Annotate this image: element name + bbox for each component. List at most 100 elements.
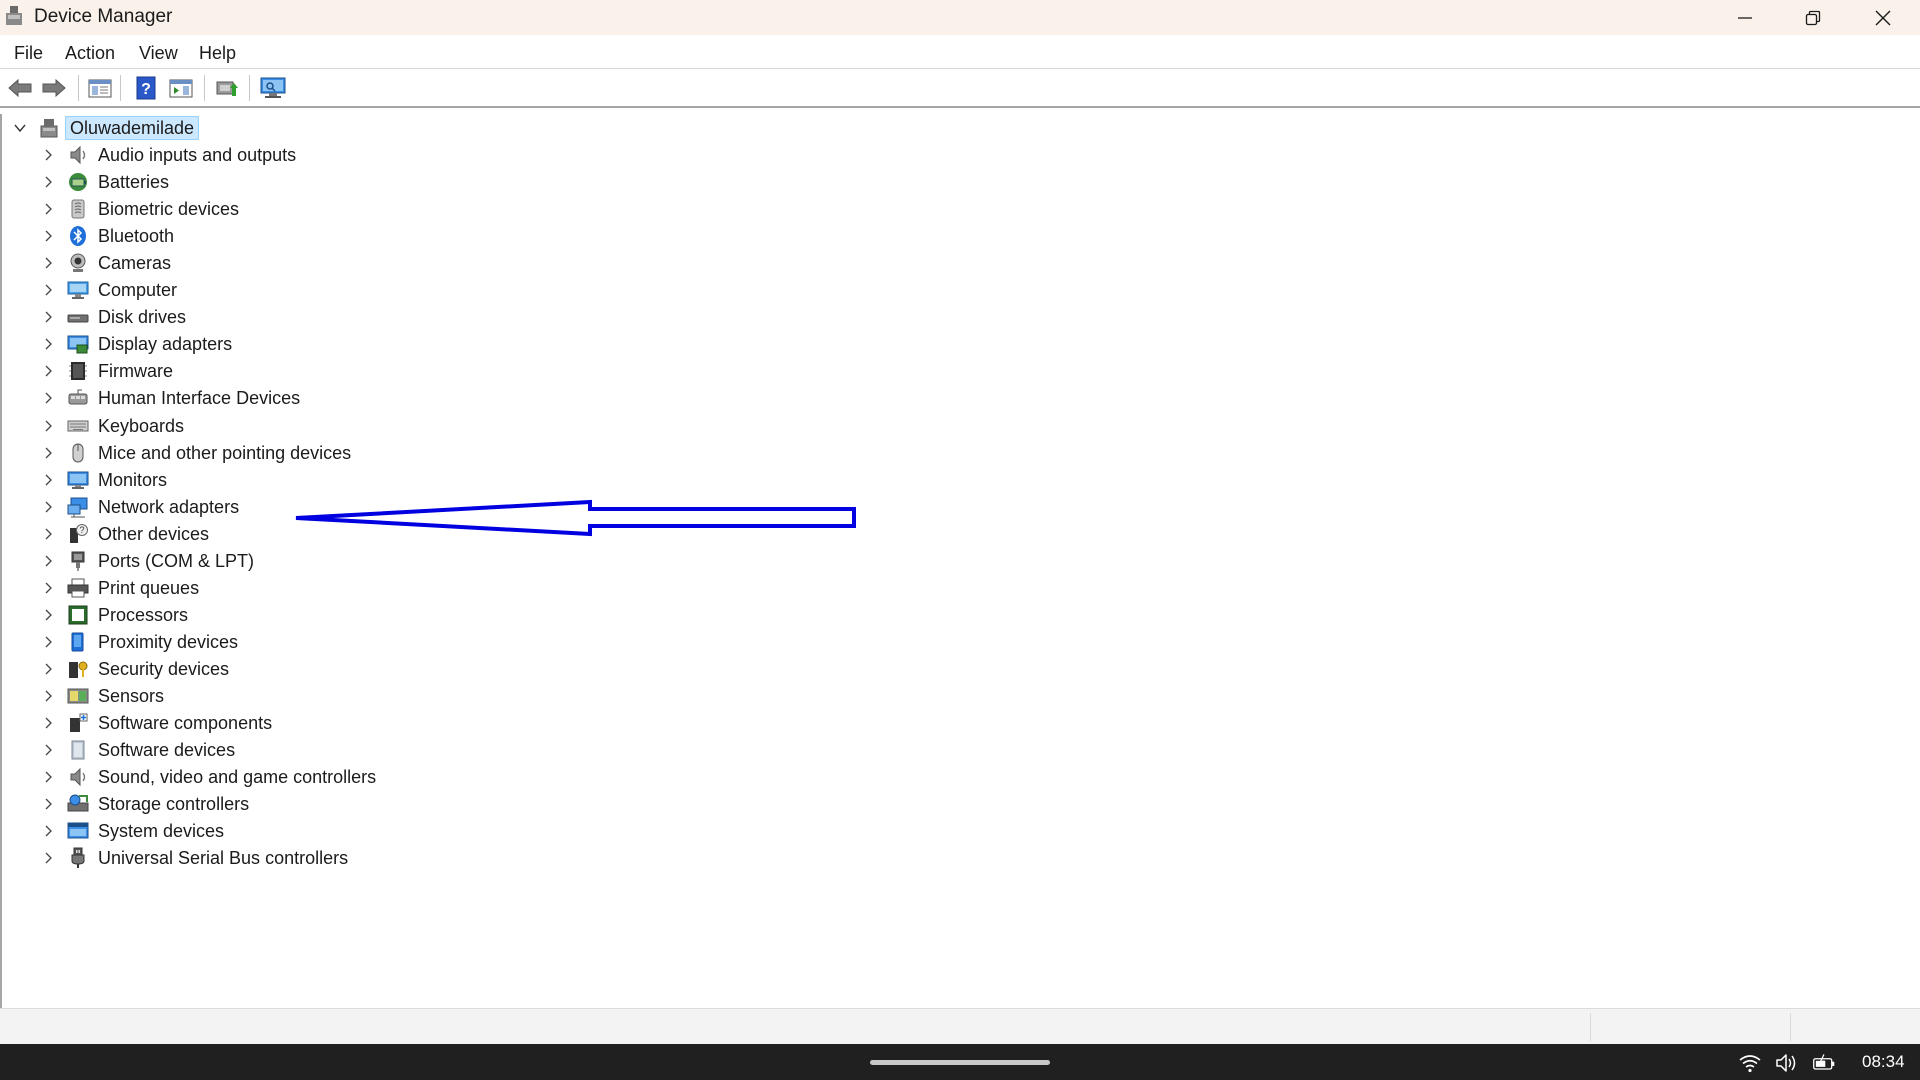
chevron-right-icon[interactable] xyxy=(42,446,54,460)
svg-text:?: ? xyxy=(141,81,151,98)
chevron-right-icon[interactable] xyxy=(42,689,54,703)
chevron-right-icon[interactable] xyxy=(42,337,54,351)
help-button[interactable]: ? xyxy=(132,75,160,101)
tree-item[interactable]: Mice and other pointing devices xyxy=(2,439,422,466)
chevron-right-icon[interactable] xyxy=(42,229,54,243)
chevron-right-icon[interactable] xyxy=(42,770,54,784)
menu-help[interactable]: Help xyxy=(199,42,236,64)
clock[interactable]: 08:34 xyxy=(1862,1052,1905,1072)
back-button[interactable] xyxy=(6,75,34,101)
tree-item[interactable]: Print queues xyxy=(2,574,422,601)
chevron-right-icon[interactable] xyxy=(42,256,54,270)
tree-item[interactable]: Sensors xyxy=(2,682,422,709)
action-pane-button[interactable] xyxy=(167,75,195,101)
update-driver-icon xyxy=(216,81,238,96)
tree-item[interactable]: Security devices xyxy=(2,655,422,682)
minimize-icon xyxy=(1738,16,1752,19)
battery-icon[interactable] xyxy=(1812,1052,1836,1074)
scan-hardware-button[interactable] xyxy=(259,75,287,101)
taskbar: 08:34 xyxy=(0,1044,1920,1080)
root-computer-name[interactable]: Oluwademilade xyxy=(65,116,200,140)
tree-root[interactable]: Oluwademilade xyxy=(2,114,402,141)
chevron-right-icon[interactable] xyxy=(42,635,54,649)
tree-item[interactable]: Batteries xyxy=(2,168,422,195)
tree-item[interactable]: Sound, video and game controllers xyxy=(2,763,422,790)
chevron-right-icon[interactable] xyxy=(42,202,54,216)
port-icon xyxy=(66,550,90,572)
title-bar[interactable]: Device Manager xyxy=(0,0,1920,35)
chevron-right-icon[interactable] xyxy=(42,851,54,865)
chevron-right-icon[interactable] xyxy=(42,500,54,514)
properties-button[interactable] xyxy=(86,75,114,101)
chevron-right-icon[interactable] xyxy=(42,364,54,378)
wifi-icon[interactable] xyxy=(1738,1052,1762,1074)
device-tree-pane[interactable]: Oluwademilade Audio inputs and outputs Ba… xyxy=(0,114,1919,1008)
device-manager-app-icon xyxy=(6,6,22,25)
tree-item[interactable]: Biometric devices xyxy=(2,195,422,222)
tree-item[interactable]: Proximity devices xyxy=(2,628,422,655)
chevron-right-icon[interactable] xyxy=(42,662,54,676)
chevron-right-icon[interactable] xyxy=(42,148,54,162)
menu-action[interactable]: Action xyxy=(65,42,115,64)
chevron-down-icon[interactable] xyxy=(12,120,28,136)
chevron-right-icon[interactable] xyxy=(42,391,54,405)
tree-item-label: Firmware xyxy=(98,361,173,382)
tree-item[interactable]: Cameras xyxy=(2,249,422,276)
tree-item-label: Proximity devices xyxy=(98,631,239,652)
tree-item-label: Sensors xyxy=(98,686,165,706)
tree-item[interactable]: System devices xyxy=(2,817,422,844)
hid-icon xyxy=(66,387,90,409)
close-icon xyxy=(1875,10,1891,25)
minimize-button[interactable] xyxy=(1710,0,1780,35)
taskbar-handle[interactable] xyxy=(870,1060,1050,1065)
chevron-right-icon[interactable] xyxy=(42,283,54,297)
chevron-right-icon[interactable] xyxy=(42,716,54,730)
tree-item-label: Computer xyxy=(98,280,178,301)
tree-item[interactable]: Disk drives xyxy=(2,303,422,330)
tree-item[interactable]: Software components xyxy=(2,709,422,736)
chevron-right-icon[interactable] xyxy=(42,527,54,541)
tree-item-label: Bluetooth xyxy=(98,226,175,247)
status-bar xyxy=(0,1008,1920,1045)
tree-item[interactable]: Firmware xyxy=(2,357,422,384)
tree-item[interactable]: Ports (COM & LPT) xyxy=(2,547,422,574)
tree-item-label: Network adapters xyxy=(98,496,240,517)
computer-icon xyxy=(66,279,90,301)
chevron-right-icon[interactable] xyxy=(42,797,54,811)
menu-view[interactable]: View xyxy=(139,42,178,64)
tree-item-label: Software devices xyxy=(98,740,236,761)
chevron-right-icon[interactable] xyxy=(42,581,54,595)
chevron-right-icon[interactable] xyxy=(42,554,54,568)
tree-item[interactable]: Human Interface Devices xyxy=(2,384,422,411)
tree-item[interactable]: Storage controllers xyxy=(2,790,422,817)
chevron-right-icon[interactable] xyxy=(42,419,54,433)
tree-item[interactable]: Audio inputs and outputs xyxy=(2,141,422,168)
forward-button[interactable] xyxy=(40,75,68,101)
chevron-right-icon[interactable] xyxy=(42,175,54,189)
chevron-right-icon[interactable] xyxy=(42,473,54,487)
tree-item[interactable]: Processors xyxy=(2,601,422,628)
close-button[interactable] xyxy=(1848,0,1918,35)
tree-item-label: Print queues xyxy=(98,577,200,598)
restore-button[interactable] xyxy=(1778,0,1848,35)
monitor-icon xyxy=(66,469,90,491)
software-device-icon xyxy=(66,739,90,761)
tree-item[interactable]: Software devices xyxy=(2,736,422,763)
update-driver-button[interactable] xyxy=(213,75,241,101)
volume-icon[interactable] xyxy=(1774,1052,1798,1074)
menu-file[interactable]: File xyxy=(14,42,43,64)
tree-item[interactable]: Bluetooth xyxy=(2,222,422,249)
chevron-right-icon[interactable] xyxy=(42,608,54,622)
chevron-right-icon[interactable] xyxy=(42,824,54,838)
restore-icon xyxy=(1805,10,1821,25)
chevron-right-icon[interactable] xyxy=(42,310,54,324)
chevron-right-icon[interactable] xyxy=(42,743,54,757)
speaker-icon xyxy=(66,766,90,788)
tree-item[interactable]: Monitors xyxy=(2,466,422,493)
back-arrow-icon xyxy=(8,78,32,98)
menu-bar: File Action View Help xyxy=(0,36,1920,69)
tree-item[interactable]: Computer xyxy=(2,276,422,303)
tree-item[interactable]: Universal Serial Bus controllers xyxy=(2,844,422,871)
tree-item[interactable]: Display adapters xyxy=(2,330,422,357)
tree-item[interactable]: Keyboards xyxy=(2,412,422,439)
